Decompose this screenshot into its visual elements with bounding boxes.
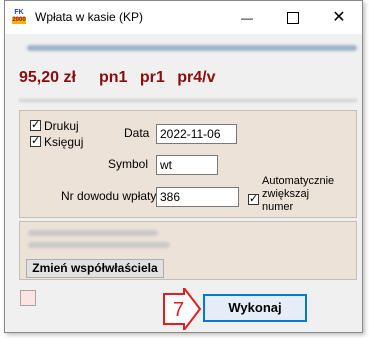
app-icon-bottom-text: 2000 xyxy=(12,17,26,24)
auto-increment-checkbox[interactable]: ✓ xyxy=(248,194,259,205)
change-co-owner-button[interactable]: Zmień współwłaściela xyxy=(26,259,164,278)
auto-increment-label-line3: numer xyxy=(262,201,294,213)
print-label: Drukuj xyxy=(44,119,79,133)
maximize-icon xyxy=(287,11,299,24)
auto-increment-label-line2: zwiększaj xyxy=(262,188,310,200)
blurred-separator xyxy=(19,99,357,102)
blurred-owner-line2 xyxy=(28,242,170,248)
checkmark-icon: ✓ xyxy=(31,119,41,131)
minimize-button[interactable]: — xyxy=(224,1,270,34)
red-arrow-icon: 7 xyxy=(163,288,202,330)
proof-number-field[interactable]: 386 xyxy=(156,187,239,207)
date-field[interactable]: 2022-11-06 xyxy=(156,124,237,144)
minimize-icon: — xyxy=(241,11,253,25)
print-checkbox[interactable]: ✓ xyxy=(30,120,41,131)
app-icon-top-text: FK xyxy=(14,9,24,16)
checkmark-icon: ✓ xyxy=(249,193,259,205)
maximize-button[interactable] xyxy=(270,1,316,34)
close-icon: ✕ xyxy=(332,9,346,26)
step-marker-number: 7 xyxy=(173,299,184,321)
status-color-box xyxy=(20,290,36,306)
symbol-label: Symbol xyxy=(108,157,149,171)
window-title: Wpłata w kasie (KP) xyxy=(35,10,144,24)
account-codes: pn1 pr1 pr4/v xyxy=(99,69,216,86)
execute-button[interactable]: Wykonaj xyxy=(203,294,307,322)
blurred-owner-line1 xyxy=(28,230,158,236)
title-bar[interactable]: FK 2000 Wpłata w kasie (KP) — ✕ xyxy=(5,1,362,34)
close-button[interactable]: ✕ xyxy=(316,1,362,34)
payment-options-panel: ✓ Drukuj ✓ Księguj Data 2022-11-06 Symbo… xyxy=(19,110,357,218)
symbol-field[interactable]: wt xyxy=(156,155,218,175)
proof-number-label: Nr dowodu wpłaty xyxy=(61,189,157,203)
app-icon: FK 2000 xyxy=(11,9,27,25)
checkmark-icon: ✓ xyxy=(31,135,41,147)
co-owner-panel: Zmień współwłaściela xyxy=(19,221,357,280)
post-label: Księguj xyxy=(44,135,84,149)
dialog-window: FK 2000 Wpłata w kasie (KP) — ✕ 95,20 zł… xyxy=(4,0,363,333)
date-label: Data xyxy=(124,126,150,140)
post-checkbox[interactable]: ✓ xyxy=(30,136,41,147)
auto-increment-label-line1: Automatycznie xyxy=(262,175,335,187)
blurred-header-text xyxy=(27,45,357,51)
amount-display: 95,20 zł xyxy=(19,69,76,86)
